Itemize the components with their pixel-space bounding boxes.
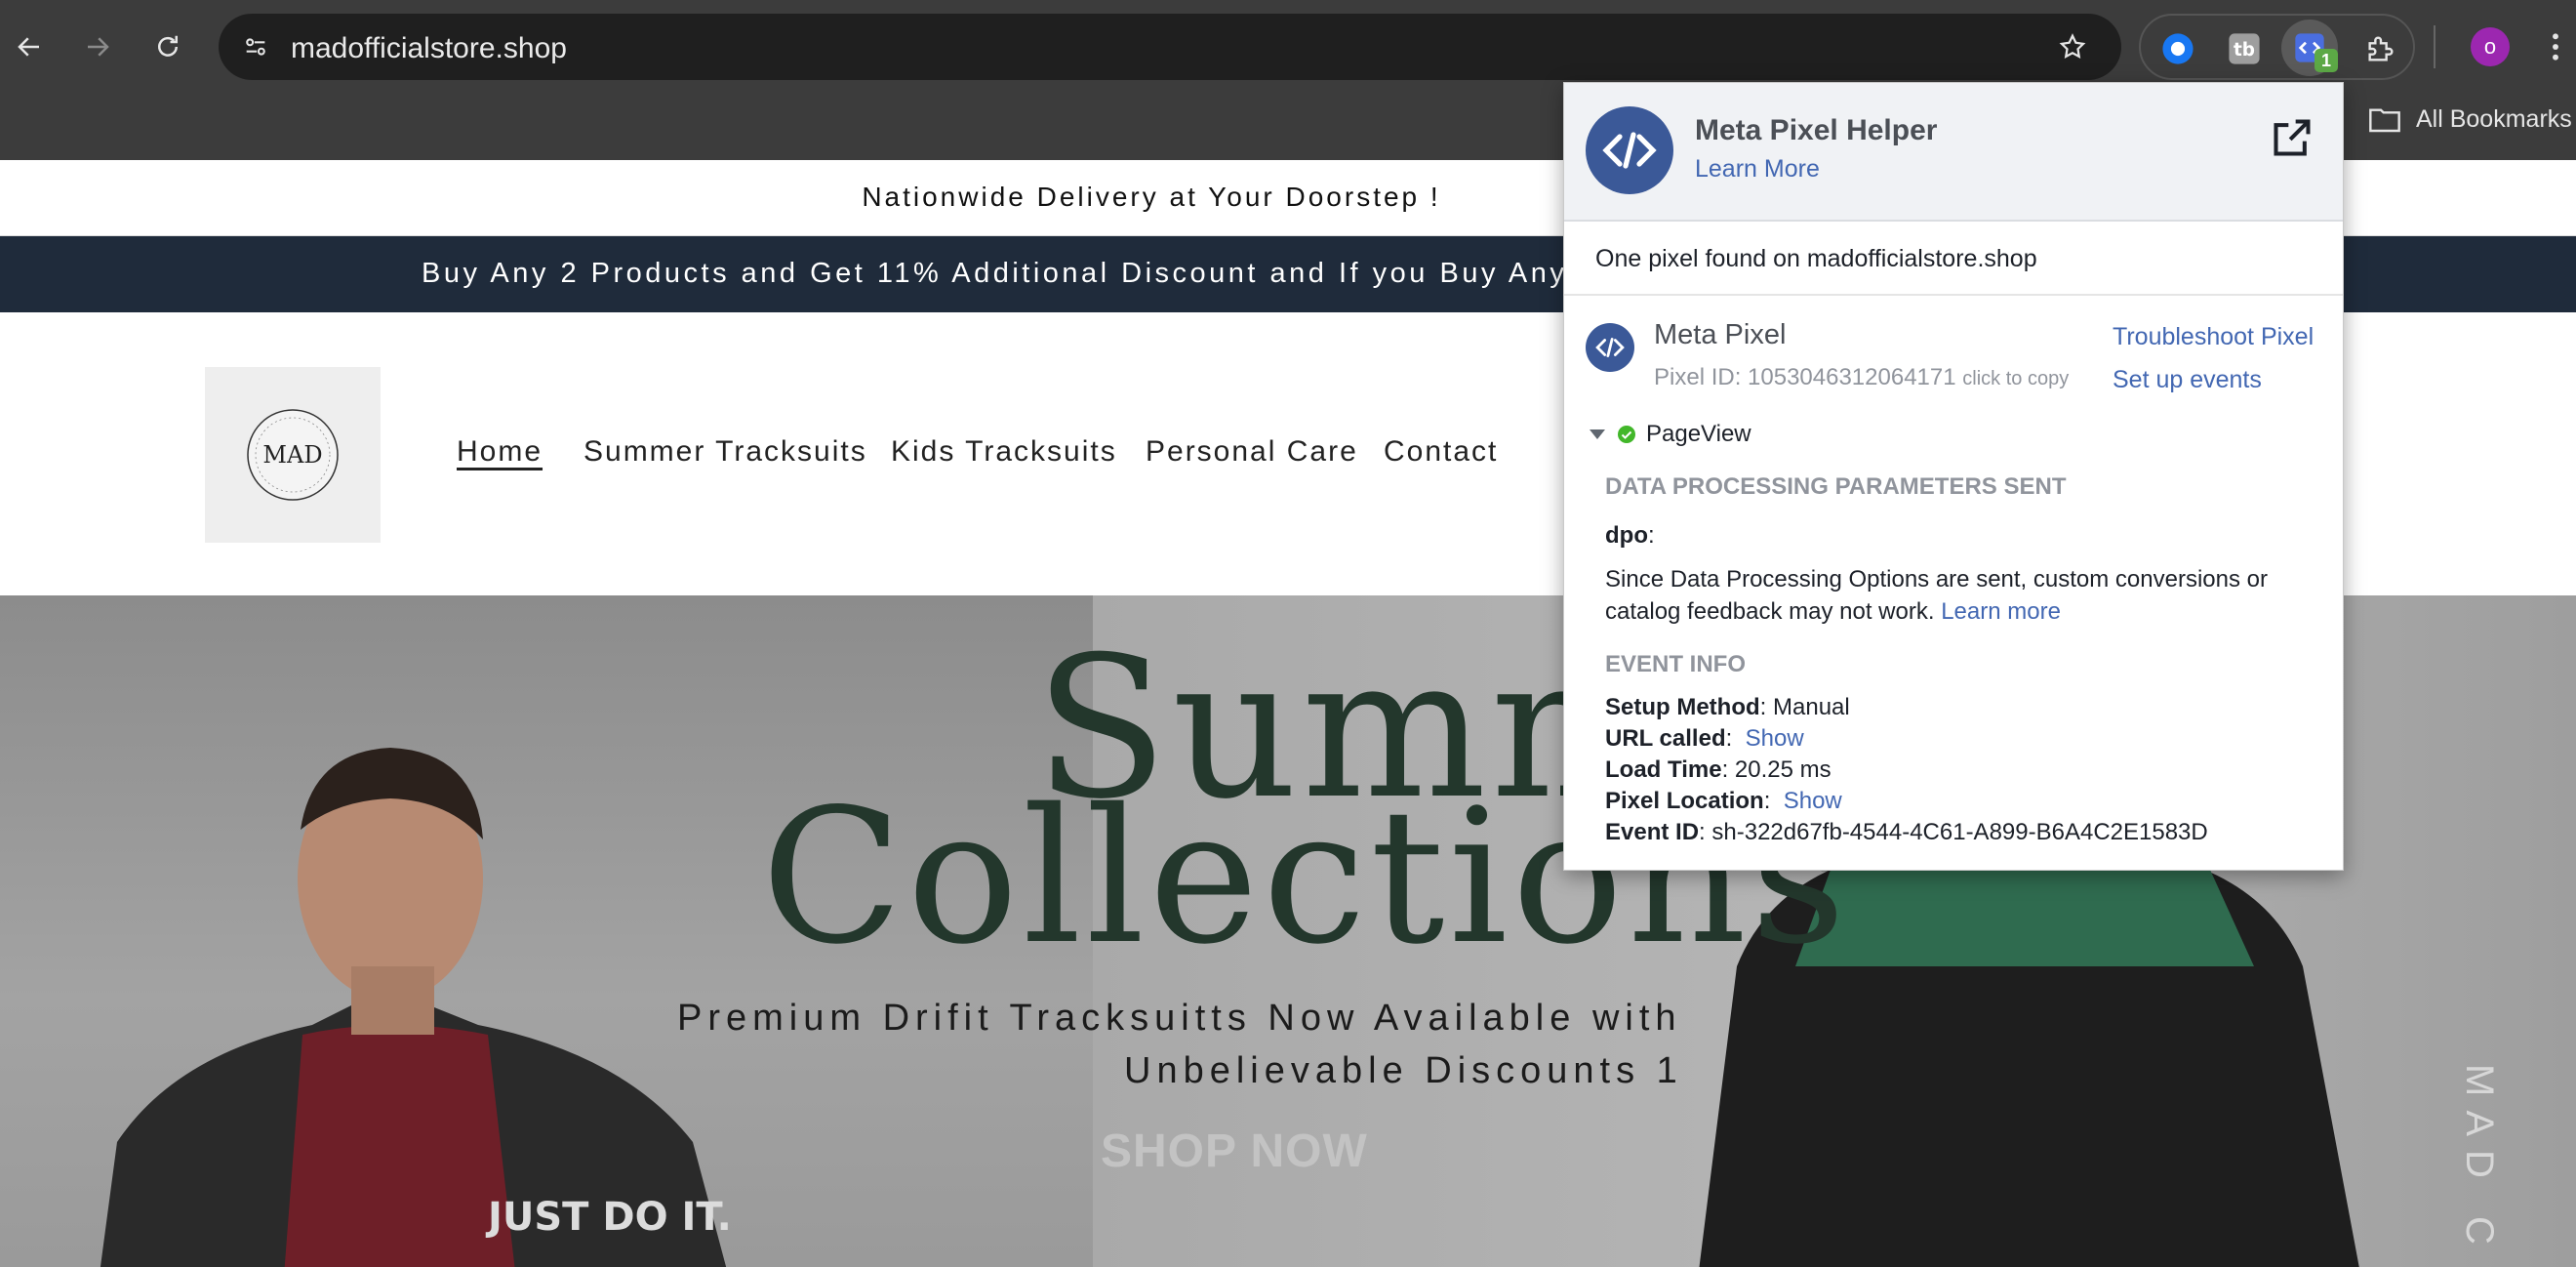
event-info-title: EVENT INFO (1605, 651, 1747, 677)
extensions-group: tb 1 (2139, 14, 2415, 80)
expand-triangle-icon[interactable] (1588, 427, 1607, 442)
reload-icon[interactable] (146, 25, 189, 68)
bookmark-star-icon[interactable] (2053, 27, 2092, 66)
pixel-id-value[interactable]: Pixel ID: 1053046312064171 (1654, 364, 1956, 390)
extension-tb-icon[interactable]: tb (2225, 29, 2264, 68)
load-time-value: 20.25 ms (1734, 756, 1831, 783)
nav-personal-care[interactable]: Personal Care (1146, 435, 1358, 469)
event-id-value: sh-322d67fb-4544-4C61-A899-B6A4C2E1583D (1711, 819, 2208, 845)
pixel-location-label: Pixel Location (1605, 788, 1764, 814)
nav-home[interactable]: Home (457, 435, 543, 469)
meta-code-logo-icon (1586, 106, 1673, 194)
shop-now-button[interactable]: SHOP NOW (1101, 1124, 1368, 1178)
pixel-name: Meta Pixel (1654, 319, 1787, 350)
pixel-location-row: Pixel Location: Show (1605, 788, 1842, 814)
open-external-icon[interactable] (2271, 116, 2314, 159)
pixel-location-show-link[interactable]: Show (1784, 788, 1842, 814)
url-called-show-link[interactable]: Show (1746, 725, 1804, 752)
pixels-found-text: One pixel found on madofficialstore.shop (1595, 245, 2037, 272)
profile-avatar[interactable]: o (2471, 27, 2510, 66)
popup-divider (1564, 294, 2343, 296)
svg-text:tb: tb (2234, 40, 2255, 61)
back-icon[interactable] (8, 25, 51, 68)
success-check-icon (1618, 426, 1635, 443)
puzzle-icon[interactable] (2359, 27, 2402, 70)
jersey-text: JUST DO IT. (485, 1195, 732, 1240)
popup-header: Meta Pixel Helper Learn More (1564, 83, 2343, 222)
set-up-events-link[interactable]: Set up events (2113, 366, 2262, 394)
toolbar-divider (2434, 25, 2435, 68)
url-called-row: URL called: Show (1605, 725, 1804, 752)
store-logo[interactable]: MAD (205, 367, 381, 543)
dpo-note-text: Since Data Processing Options are sent, … (1605, 566, 2268, 625)
event-id-label: Event ID (1605, 819, 1700, 845)
pixel-id[interactable]: Pixel ID: 1053046312064171 click to copy (1654, 364, 2069, 391)
learn-more-link[interactable]: Learn More (1695, 155, 1820, 184)
address-bar[interactable]: madofficialstore.shop (219, 14, 2121, 80)
troubleshoot-pixel-link[interactable]: Troubleshoot Pixel (2113, 323, 2314, 351)
extension-blue-icon[interactable] (2158, 29, 2197, 68)
menu-kebab-icon[interactable] (2541, 25, 2570, 68)
event-name: PageView (1646, 421, 1751, 447)
folder-icon (2367, 102, 2402, 137)
setup-method-row: Setup Method: Manual (1605, 694, 1850, 720)
setup-method-value: Manual (1773, 694, 1850, 720)
logo-badge-icon: MAD (247, 409, 339, 501)
popup-title: Meta Pixel Helper (1695, 114, 1938, 146)
logo-text: MAD (262, 441, 322, 469)
hero-subtitle-line1: Premium Drifit Tracksuitts Now Available… (677, 998, 1682, 1039)
dpo-label: dpo (1605, 522, 1648, 549)
pixel-code-icon (1586, 323, 1634, 372)
dpp-section-title: DATA PROCESSING PARAMETERS SENT (1605, 473, 2067, 500)
screen: madofficialstore.shop tb 1 o All Bookmar… (0, 0, 2576, 1267)
nav-contact[interactable]: Contact (1384, 435, 1498, 469)
promo-text: Buy Any 2 Products and Get 11% Additiona… (422, 258, 1749, 289)
url-text[interactable]: madofficialstore.shop (291, 32, 567, 65)
nav-summer-tracksuits[interactable]: Summer Tracksuits (584, 435, 867, 469)
extension-badge: 1 (2314, 49, 2338, 72)
browser-toolbar: madofficialstore.shop tb 1 o (0, 0, 2576, 94)
load-time-label: Load Time (1605, 756, 1722, 783)
dpo-note: Since Data Processing Options are sent, … (1605, 563, 2308, 628)
url-called-label: URL called (1605, 725, 1726, 752)
setup-method-label: Setup Method (1605, 694, 1760, 720)
event-id-row: Event ID: sh-322d67fb-4544-4C61-A899-B6A… (1605, 819, 2208, 845)
pixel-helper-extension-button[interactable]: 1 (2281, 20, 2338, 76)
hero-subtitle-line2: Unbelievable Discounts 1 (1124, 1050, 1683, 1091)
all-bookmarks-label[interactable]: All Bookmarks (2416, 105, 2572, 134)
dpo-param: dpo: (1605, 522, 1655, 549)
pixel-helper-popup: Meta Pixel Helper Learn More One pixel f… (1563, 82, 2344, 871)
event-pageview-row[interactable]: PageView (1588, 421, 1751, 448)
nav-kids-tracksuits[interactable]: Kids Tracksuits (891, 435, 1117, 469)
dpo-learn-more-link[interactable]: Learn more (1941, 598, 2061, 625)
click-to-copy-hint: click to copy (1962, 368, 2070, 389)
hero-vertical-text: MAD C (2458, 1064, 2501, 1258)
load-time-row: Load Time: 20.25 ms (1605, 756, 1831, 783)
forward-icon[interactable] (76, 25, 119, 68)
site-settings-icon[interactable] (236, 27, 275, 66)
model-left-image: JUST DO IT. (100, 748, 732, 1267)
